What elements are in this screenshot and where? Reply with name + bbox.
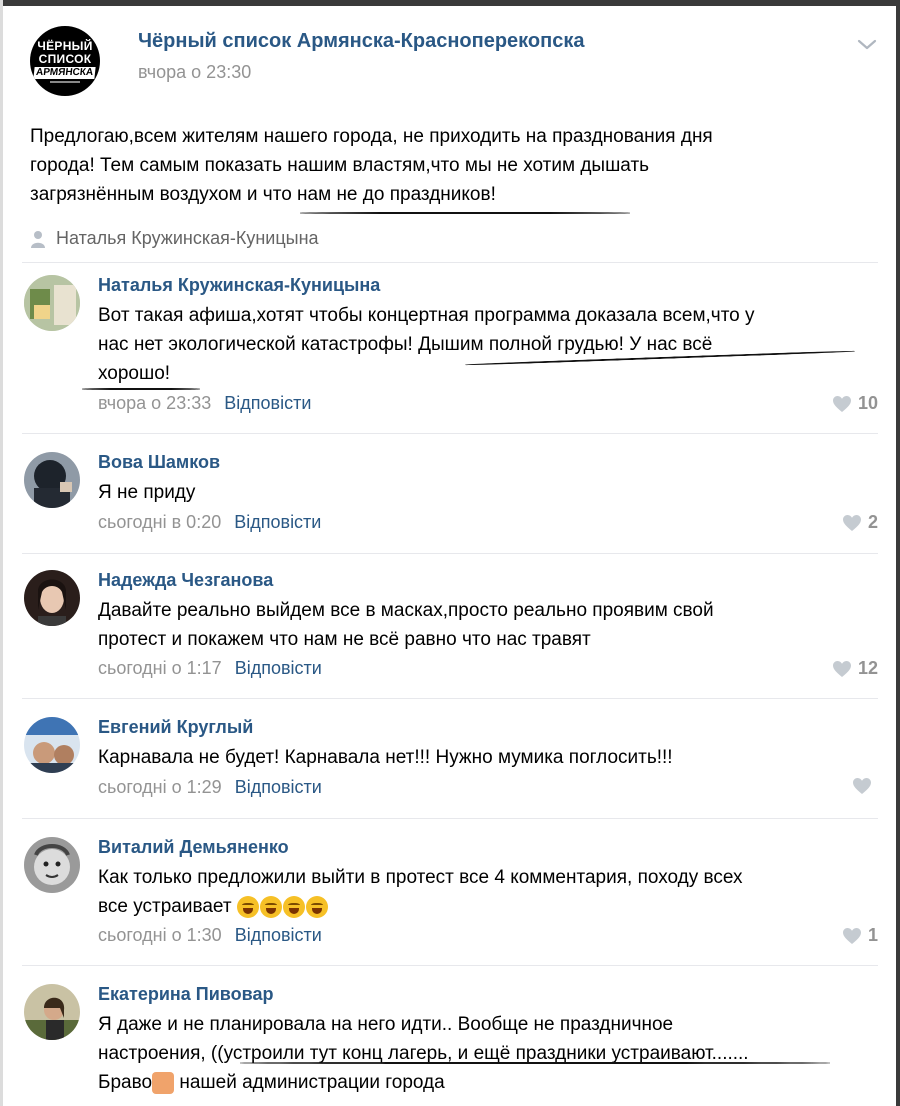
avatar[interactable] (24, 570, 80, 626)
comment-text-line: Давайте реально выйдем все в масках,прос… (98, 600, 714, 621)
like-button[interactable]: 1 (842, 925, 878, 946)
comment-text-line: Как только предложили выйти в протест вс… (98, 867, 743, 888)
handdrawn-underline (240, 1062, 830, 1064)
heart-icon (842, 927, 861, 944)
like-count: 1 (867, 925, 878, 945)
post-author[interactable]: Наталья Кружинская-Куницына (30, 228, 319, 249)
laughing-emoji-icon (236, 895, 259, 918)
post-text: Предлогаю,всем жителям нашего города, не… (30, 122, 860, 209)
heart-icon (853, 778, 871, 794)
comment-text: Я не приду (98, 478, 868, 507)
comment-text-line: протест и покажем что нам не всё равно ч… (98, 629, 591, 650)
reply-button[interactable]: Відповісти (234, 512, 321, 532)
handdrawn-underline (82, 388, 200, 390)
avatar-photo (24, 452, 80, 508)
post-time[interactable]: вчора о 23:30 (138, 62, 251, 83)
avatar-photo (24, 275, 80, 331)
post-text-line: Предлогаю,всем жителям нашего города, не… (30, 126, 713, 147)
like-button[interactable]: 2 (842, 512, 878, 533)
comment-text: Вот такая афиша,хотят чтобы концертная п… (98, 301, 868, 388)
like-count: 12 (857, 658, 878, 678)
post-author-name: Наталья Кружинская-Куницына (56, 228, 319, 248)
comment-text-line: Я не приду (98, 482, 196, 503)
chevron-down-icon[interactable] (853, 34, 881, 54)
comment-meta: сьогодні о 1:30 Відповісти (98, 925, 322, 946)
comment-meta: сьогодні о 1:17 Відповісти (98, 658, 322, 679)
person-icon (31, 230, 45, 248)
group-avatar[interactable]: ЧЁРНЫЙ СПИСОК АРМЯНСКА (30, 26, 100, 96)
comment-author-link[interactable]: Надежда Чезганова (98, 570, 273, 591)
avatar-logo-decoration (50, 80, 80, 83)
reply-button[interactable]: Відповісти (235, 658, 322, 678)
window-frame-left (0, 0, 3, 1106)
heart-icon (832, 395, 851, 412)
comment-text-fragment: Браво (98, 1072, 153, 1093)
avatar-photo (24, 570, 80, 626)
comment-time[interactable]: сьогодні о 1:29 (98, 777, 222, 797)
window-frame-top (0, 0, 900, 6)
heart-icon (832, 660, 851, 677)
laughing-emoji-icon (282, 895, 305, 918)
heart-icon (842, 514, 861, 531)
avatar-photo (24, 984, 80, 1040)
comment-text-line-with-emoji: Браво нашей администрации города (98, 1068, 868, 1097)
avatar-photo (24, 837, 80, 893)
comment-text-line: Вот такая афиша,хотят чтобы концертная п… (98, 305, 755, 326)
comment-time[interactable]: сьогодні о 1:17 (98, 658, 222, 678)
comment-text-line: Я даже и не планировала на него идти.. В… (98, 1014, 674, 1035)
window-frame-right (896, 0, 900, 1106)
comment-text: Как только предложили выйти в протест вс… (98, 863, 868, 921)
comment-text: Давайте реально выйдем все в масках,прос… (98, 596, 868, 654)
laughing-emoji-icon (305, 895, 328, 918)
comment-text-fragment: нашей администрации города (179, 1072, 445, 1093)
comment-author-link[interactable]: Евгений Круглый (98, 717, 253, 738)
comment-text-fragment: все устраивает (98, 896, 232, 917)
like-button[interactable]: 10 (832, 393, 878, 414)
avatar-logo-line: ЧЁРНЫЙ (37, 38, 93, 53)
comment-meta: сьогодні в 0:20 Відповісти (98, 512, 321, 533)
avatar[interactable] (24, 837, 80, 893)
comment-text: Я даже и не планировала на него идти.. В… (98, 1010, 868, 1097)
handdrawn-underline (300, 212, 630, 214)
avatar[interactable] (24, 717, 80, 773)
post-text-line: загрязнённым воздухом и что нам не до пр… (30, 184, 496, 205)
laughing-emoji-icon (259, 895, 282, 918)
avatar-logo-line: АРМЯНСКА (33, 66, 97, 79)
post-text-line: города! Тем самым показать нашим властям… (30, 155, 650, 176)
avatar[interactable] (24, 984, 80, 1040)
like-count: 2 (867, 512, 878, 532)
comment-time[interactable]: сьогодні в 0:20 (98, 512, 221, 532)
comment-author-link[interactable]: Вова Шамков (98, 452, 220, 473)
avatar[interactable] (24, 275, 80, 331)
like-button[interactable]: 12 (832, 658, 878, 679)
separator (22, 698, 878, 699)
avatar-logo-line: СПИСОК (38, 51, 92, 66)
like-count: 10 (857, 393, 878, 413)
avatar-photo (24, 717, 80, 773)
comment-text-line: Карнавала не будет! Карнавала нет!!! Нуж… (98, 747, 673, 768)
reply-button[interactable]: Відповісти (224, 393, 311, 413)
avatar[interactable] (24, 452, 80, 508)
reply-button[interactable]: Відповісти (235, 925, 322, 945)
separator (22, 433, 878, 434)
group-name-link[interactable]: Чёрный список Армянска-Красноперекопска (138, 30, 584, 53)
comment-author-link[interactable]: Екатерина Пивовар (98, 984, 273, 1005)
comment-time[interactable]: вчора о 23:33 (98, 393, 211, 413)
separator (22, 818, 878, 819)
like-button[interactable] (852, 777, 878, 795)
comment-time[interactable]: сьогодні о 1:30 (98, 925, 222, 945)
separator (22, 553, 878, 554)
comment-meta: сьогодні о 1:29 Відповісти (98, 777, 322, 798)
separator (22, 965, 878, 966)
comment-text: Карнавала не будет! Карнавала нет!!! Нуж… (98, 743, 868, 772)
comment-meta: вчора о 23:33 Відповісти (98, 393, 311, 414)
comment-text-line-with-emoji: все устраивает (98, 892, 868, 921)
separator (22, 262, 878, 263)
reply-button[interactable]: Відповісти (235, 777, 322, 797)
comment-author-link[interactable]: Наталья Кружинская-Куницына (98, 275, 380, 296)
raised-fist-emoji-icon (152, 1071, 175, 1094)
comment-author-link[interactable]: Виталий Демьяненко (98, 837, 289, 858)
